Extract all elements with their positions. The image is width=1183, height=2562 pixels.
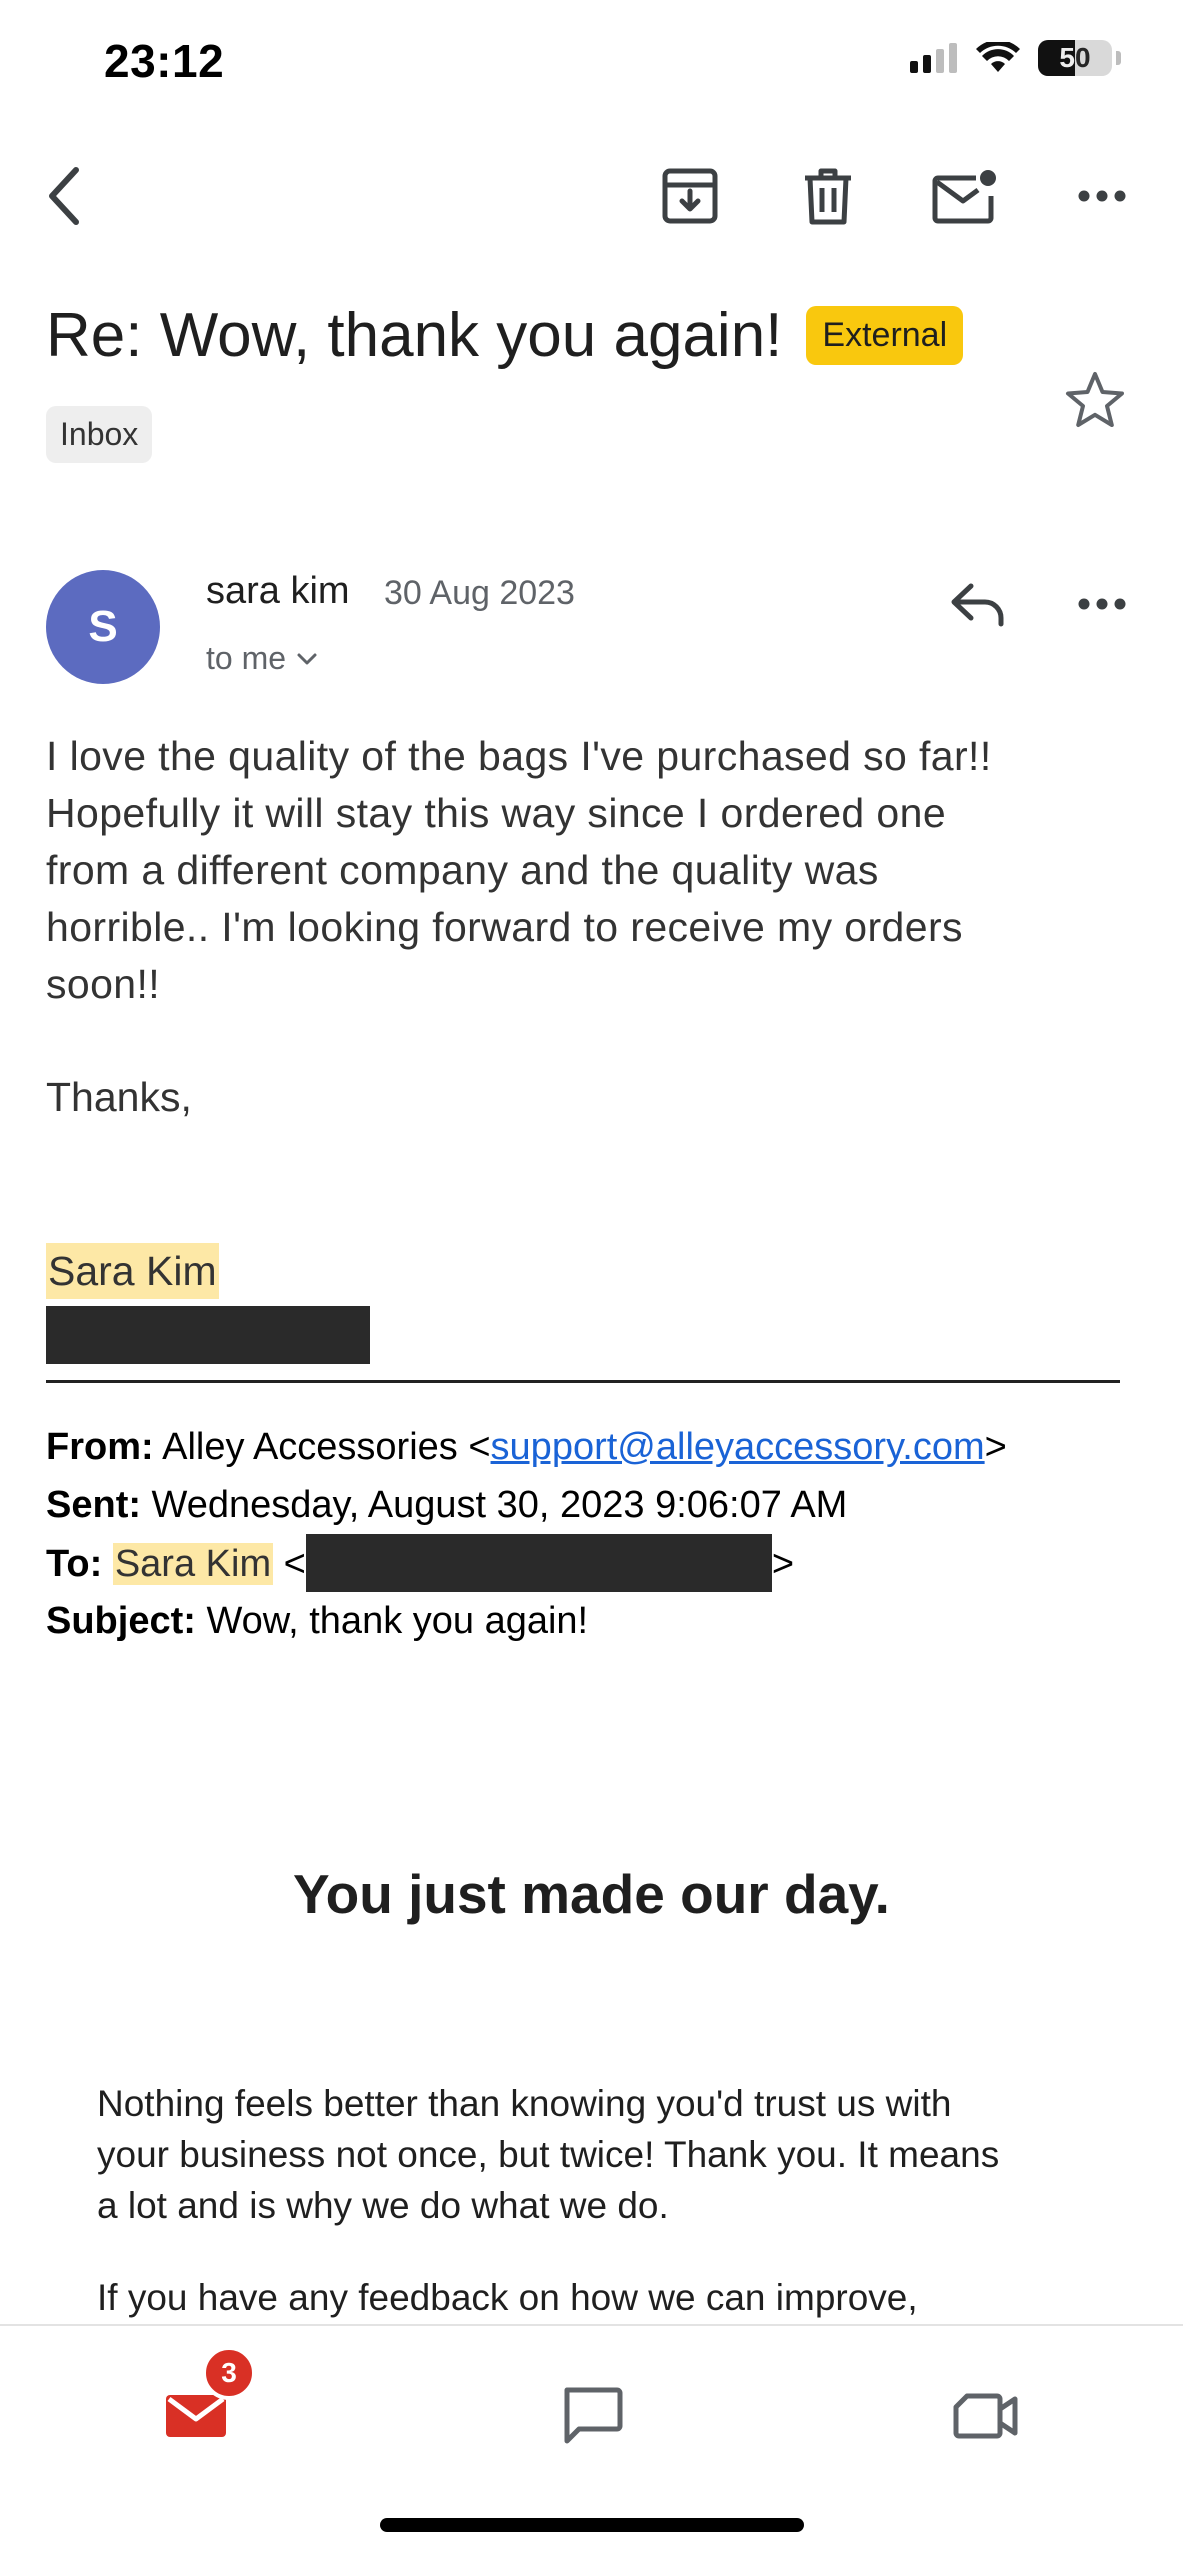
mail-unread-count: 3 bbox=[202, 2346, 256, 2400]
toolbar bbox=[0, 160, 1183, 250]
redacted-block bbox=[46, 1306, 370, 1364]
email-body: I love the quality of the bags I've purc… bbox=[46, 728, 1146, 1013]
battery-tip bbox=[1116, 51, 1121, 65]
delete-button[interactable] bbox=[792, 160, 864, 232]
quoted-from: From: Alley Accessories <support@alleyac… bbox=[46, 1426, 1007, 1469]
chat-icon bbox=[564, 2387, 623, 2444]
sender-name: sara kim bbox=[206, 570, 350, 612]
to-label: To: bbox=[46, 1543, 103, 1586]
message-more-button[interactable] bbox=[1066, 568, 1138, 640]
mark-unread-button[interactable] bbox=[929, 160, 1001, 232]
subject-label: Subject: bbox=[46, 1600, 196, 1642]
meet-video-icon bbox=[953, 2393, 1018, 2439]
chevron-left-icon bbox=[49, 167, 79, 225]
cellular-signal-icon bbox=[910, 43, 957, 73]
reply-icon bbox=[951, 583, 1004, 627]
quoted-paragraph-2: If you have any feedback on how we can i… bbox=[97, 2277, 918, 2318]
closing-text: Thanks, bbox=[46, 1074, 192, 1120]
nav-chat[interactable] bbox=[542, 2366, 642, 2466]
more-horizontal-icon bbox=[1078, 190, 1126, 202]
from-label: From: bbox=[46, 1426, 154, 1468]
wifi-icon bbox=[976, 42, 1020, 72]
body-line: horrible.. I'm looking forward to receiv… bbox=[46, 904, 963, 950]
star-icon bbox=[1066, 372, 1124, 427]
home-indicator[interactable] bbox=[380, 2518, 804, 2532]
battery-level: 50 bbox=[1059, 42, 1091, 73]
quoted-subject: Subject: Wow, thank you again! bbox=[46, 1600, 588, 1643]
to-name: Sara Kim bbox=[112, 1543, 274, 1586]
chevron-down-icon bbox=[297, 653, 317, 664]
status-time: 23:12 bbox=[104, 35, 225, 87]
quoted-headline: You just made our day. bbox=[293, 1863, 890, 1925]
external-badge: External bbox=[806, 306, 964, 365]
signature-name: Sara Kim bbox=[46, 1243, 219, 1299]
quoted-sent: Sent: Wednesday, August 30, 2023 9:06:07… bbox=[46, 1484, 847, 1527]
sent-value: Wednesday, August 30, 2023 9:06:07 AM bbox=[141, 1484, 848, 1526]
from-end: > bbox=[984, 1426, 1007, 1468]
mail-icon bbox=[166, 2395, 226, 2437]
email-subject: Re: Wow, thank you again! bbox=[46, 301, 783, 370]
to-open: < bbox=[273, 1543, 306, 1586]
more-options-button[interactable] bbox=[1066, 160, 1138, 232]
more-horizontal-icon bbox=[1078, 598, 1126, 610]
body-line: I love the quality of the bags I've purc… bbox=[46, 733, 992, 779]
recipients-label: to me bbox=[206, 640, 287, 676]
nav-meet[interactable] bbox=[936, 2366, 1036, 2466]
back-button[interactable] bbox=[28, 160, 100, 232]
paragraph-line: a lot and is why we do what we do. bbox=[97, 2185, 669, 2226]
from-name: Alley Accessories < bbox=[153, 1426, 491, 1468]
sent-label: Sent: bbox=[46, 1484, 141, 1526]
status-icons: 50 bbox=[910, 40, 1121, 76]
battery-icon: 50 bbox=[1038, 40, 1112, 76]
quote-divider bbox=[46, 1380, 1120, 1383]
to-close: > bbox=[771, 1543, 795, 1586]
trash-icon bbox=[805, 168, 851, 225]
mail-unread-icon bbox=[932, 170, 996, 224]
archive-button[interactable] bbox=[654, 160, 726, 232]
quoted-to: To: Sara Kim < > bbox=[46, 1534, 795, 1592]
from-email-link[interactable]: support@alleyaccessory.com bbox=[491, 1426, 985, 1468]
body-line: from a different company and the quality… bbox=[46, 847, 879, 893]
quoted-paragraph-1: Nothing feels better than knowing you'd … bbox=[97, 2078, 1117, 2231]
archive-icon bbox=[662, 168, 718, 224]
body-line: Hopefully it will stay this way since I … bbox=[46, 790, 947, 836]
inbox-label[interactable]: Inbox bbox=[46, 406, 153, 463]
paragraph-line: your business not once, but twice! Thank… bbox=[97, 2134, 1000, 2175]
star-button[interactable] bbox=[1064, 370, 1126, 435]
paragraph-line: Nothing feels better than knowing you'd … bbox=[97, 2083, 952, 2124]
sender-avatar[interactable]: S bbox=[46, 570, 160, 684]
subject-value: Wow, thank you again! bbox=[195, 1600, 589, 1642]
recipients-toggle[interactable]: to me bbox=[206, 640, 318, 677]
email-date: 30 Aug 2023 bbox=[384, 574, 575, 612]
reply-button[interactable] bbox=[942, 568, 1014, 640]
subject-row: Re: Wow, thank you again! External bbox=[46, 300, 964, 371]
redacted-email bbox=[305, 1534, 772, 1592]
body-line: soon!! bbox=[46, 961, 161, 1007]
